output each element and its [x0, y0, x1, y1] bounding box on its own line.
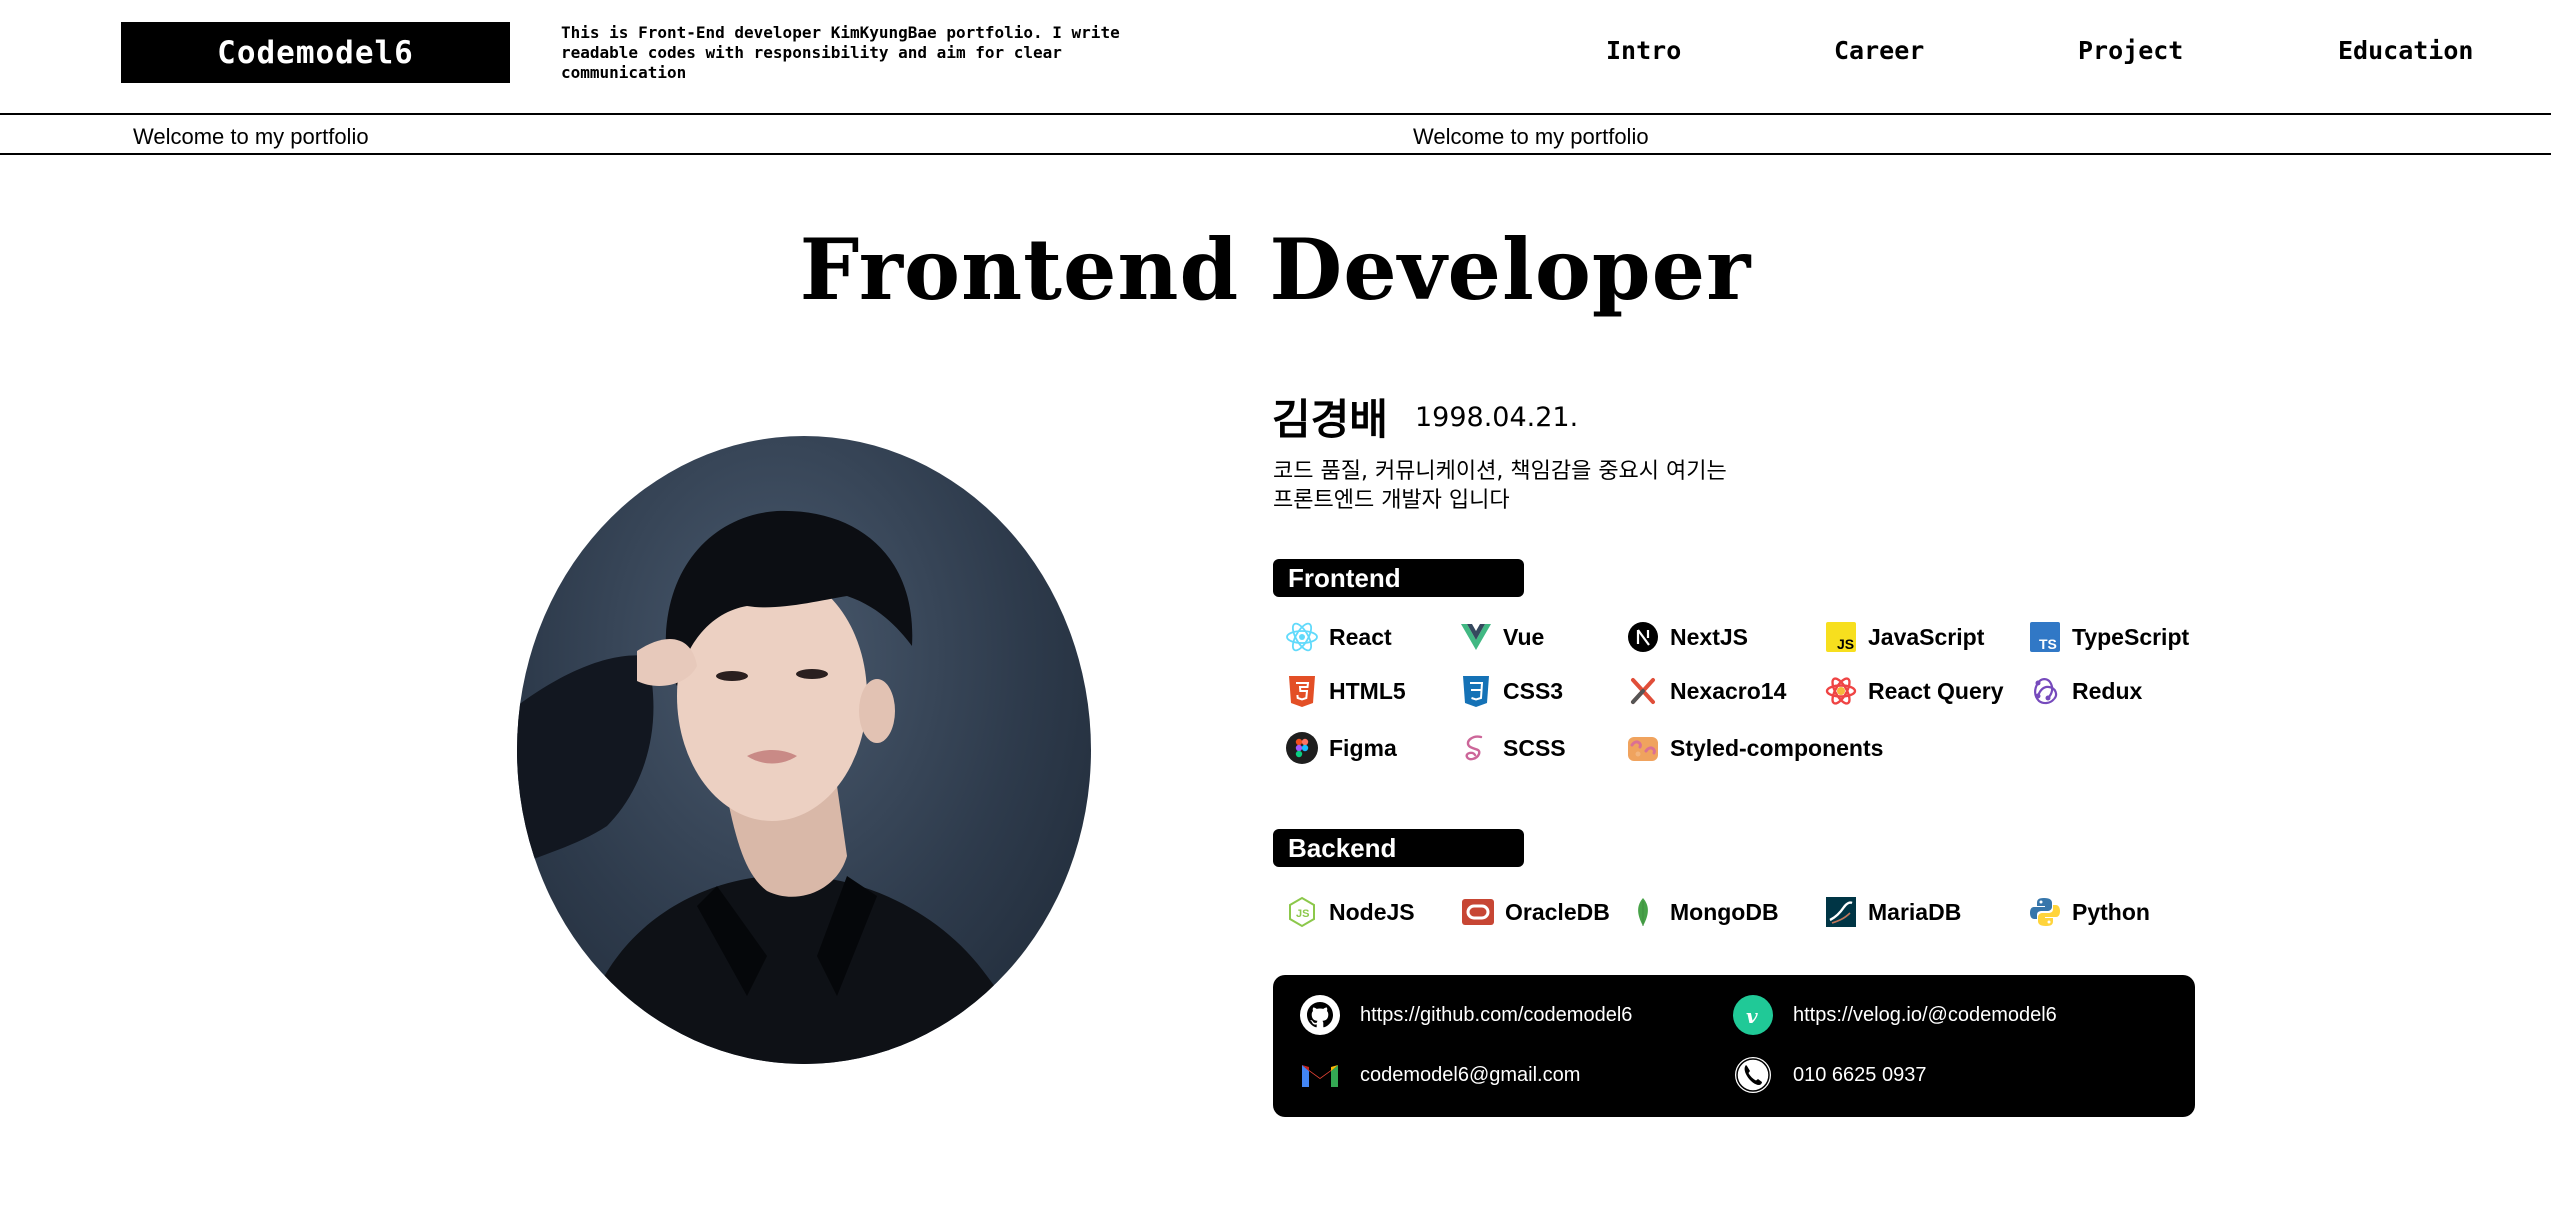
marquee-text: Welcome to my portfolio [1413, 124, 1649, 149]
html5-icon [1285, 674, 1319, 708]
tech-name: CSS3 [1503, 677, 1564, 704]
tech-item-mariadb: MariaDB [1824, 892, 1961, 932]
gmail-icon [1298, 1053, 1342, 1097]
tech-name: JavaScript [1868, 623, 1985, 650]
tech-name: MariaDB [1868, 898, 1962, 925]
phone-icon [1731, 1053, 1775, 1097]
page-title: Frontend Developer [799, 220, 1752, 319]
velog-icon: v [1731, 993, 1775, 1037]
tech-item-html5: HTML5 [1285, 671, 1406, 711]
welcome-marquee: Welcome to my portfolio Welcome to my po… [0, 113, 2551, 155]
tech-item-styled-components: Styled-components [1626, 728, 1883, 768]
nav-career[interactable]: Career [1834, 36, 1924, 65]
tech-name: Vue [1503, 623, 1545, 650]
javascript-icon: JS [1824, 620, 1858, 654]
vue-icon [1459, 620, 1493, 654]
tech-item-nextjs: NextJS [1626, 617, 1748, 657]
tech-item-typescript: TS TypeScript [2028, 617, 2189, 657]
tech-item-python: Python [2028, 892, 2150, 932]
tech-item-javascript: JS JavaScript [1824, 617, 1984, 657]
phone-number[interactable]: 010 6625 0937 [1793, 1064, 1926, 1087]
tech-name: Styled-components [1670, 734, 1884, 761]
tech-item-scss: SCSS [1459, 728, 1566, 768]
tech-name: Redux [2072, 677, 2143, 704]
tech-item-nodejs: JS NodeJS [1285, 892, 1415, 932]
tech-name: Figma [1329, 734, 1397, 761]
marquee-text: Welcome to my portfolio [133, 124, 369, 149]
profile-photo [517, 436, 1091, 1064]
tech-name: MongoDB [1670, 898, 1779, 925]
scss-icon [1459, 731, 1493, 765]
tech-name: Python [2072, 898, 2150, 925]
tech-name: SCSS [1503, 734, 1566, 761]
react-query-icon [1824, 674, 1858, 708]
tech-name: OracleDB [1505, 898, 1610, 925]
nav-project[interactable]: Project [2078, 36, 2183, 65]
oracle-icon [1461, 895, 1495, 929]
css3-icon [1459, 674, 1493, 708]
profile-intro: 코드 품질, 커뮤니케이션, 책임감을 중요시 여기는 프론트엔드 개발자 입니… [1273, 457, 1873, 515]
tech-name: React Query [1868, 677, 2004, 704]
tech-item-vue: Vue [1459, 617, 1544, 657]
nodejs-icon: JS [1285, 895, 1319, 929]
github-link[interactable]: https://github.com/codemodel6 [1298, 993, 1632, 1037]
tech-item-oracledb: OracleDB [1461, 892, 1610, 932]
svg-text:JS: JS [1296, 908, 1309, 920]
nav-education[interactable]: Education [2338, 36, 2473, 65]
phone-link[interactable]: 010 6625 0937 [1731, 1053, 1926, 1097]
nav-intro[interactable]: Intro [1606, 36, 1681, 65]
velog-link[interactable]: v https://velog.io/@codemodel6 [1731, 993, 2057, 1037]
tech-item-react: React [1285, 617, 1392, 657]
tech-name: HTML5 [1329, 677, 1406, 704]
tech-name: TypeScript [2072, 623, 2190, 650]
tech-item-react-query: React Query [1824, 671, 2004, 711]
tech-name: React [1329, 623, 1392, 650]
logo[interactable]: Codemodel6 [121, 22, 510, 83]
github-icon [1298, 993, 1342, 1037]
redux-icon [2028, 674, 2062, 708]
svg-text:JS: JS [1837, 636, 1854, 652]
backend-label: Backend [1273, 829, 1524, 867]
profile-birthdate: 1998.04.21. [1415, 402, 1579, 433]
frontend-label: Frontend [1273, 559, 1524, 597]
mongodb-icon [1626, 895, 1660, 929]
nexacro-icon [1626, 674, 1660, 708]
mariadb-icon [1824, 895, 1858, 929]
profile-intro-line: 프론트엔드 개발자 입니다 [1273, 488, 1510, 513]
velog-url[interactable]: https://velog.io/@codemodel6 [1793, 1004, 2057, 1027]
tech-item-css3: CSS3 [1459, 671, 1563, 711]
tech-name: Nexacro14 [1670, 677, 1787, 704]
typescript-icon: TS [2028, 620, 2062, 654]
react-icon [1285, 620, 1319, 654]
header-tagline: This is Front-End developer KimKyungBae … [561, 23, 1120, 82]
nextjs-icon [1626, 620, 1660, 654]
tech-item-figma: Figma [1285, 728, 1397, 768]
email-link[interactable]: codemodel6@gmail.com [1298, 1053, 1580, 1097]
profile-name: 김경배 [1272, 395, 1388, 444]
email-address[interactable]: codemodel6@gmail.com [1360, 1064, 1580, 1087]
profile-intro-line: 코드 품질, 커뮤니케이션, 책임감을 중요시 여기는 [1273, 459, 1727, 484]
contact-box: https://github.com/codemodel6 v https://… [1273, 975, 2195, 1117]
tech-name: NextJS [1670, 623, 1748, 650]
github-url[interactable]: https://github.com/codemodel6 [1360, 1004, 1632, 1027]
tech-item-nexacro: Nexacro14 [1626, 671, 1786, 711]
tech-item-mongodb: MongoDB [1626, 892, 1779, 932]
tech-name: NodeJS [1329, 898, 1415, 925]
styled-components-icon [1626, 731, 1660, 765]
python-icon [2028, 895, 2062, 929]
tech-item-redux: Redux [2028, 671, 2142, 711]
svg-text:TS: TS [2039, 636, 2057, 652]
figma-icon [1285, 731, 1319, 765]
svg-text:v: v [1746, 1004, 1758, 1028]
